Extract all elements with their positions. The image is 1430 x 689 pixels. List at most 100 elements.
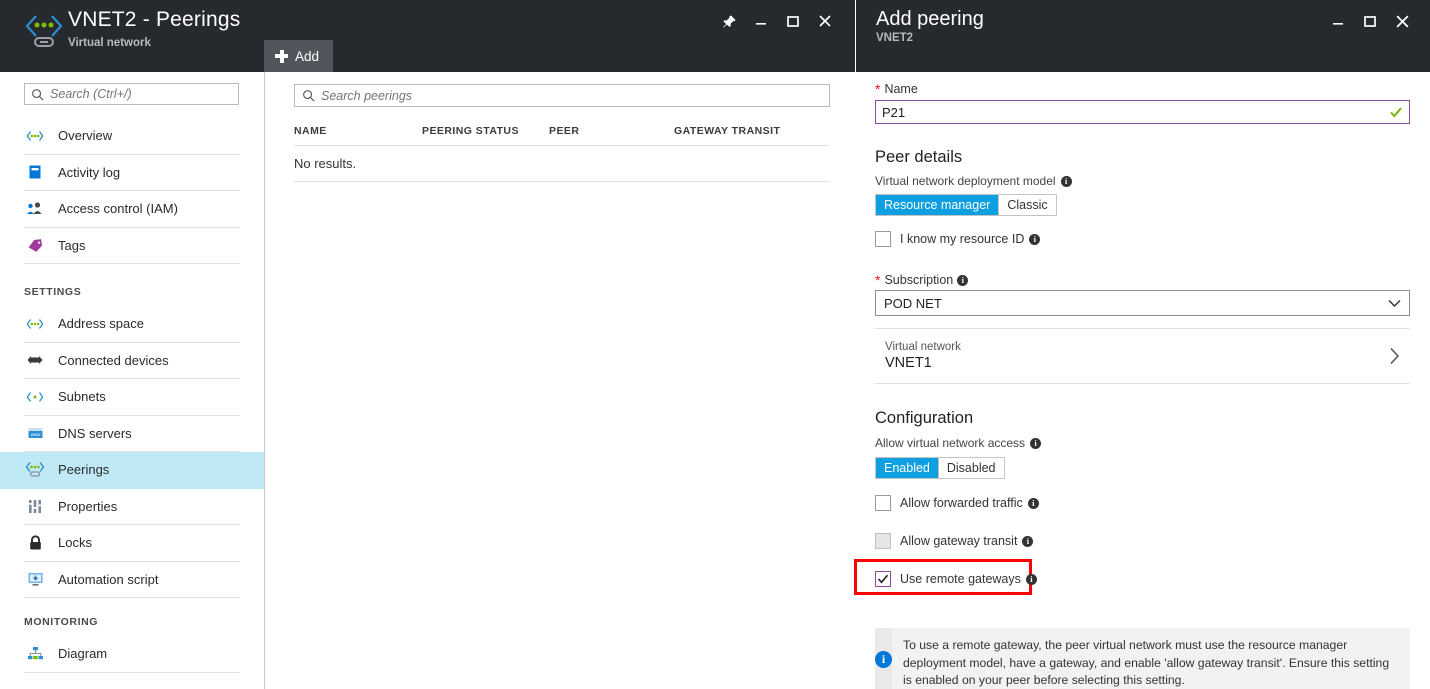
vnet-access-toggle[interactable]: Enabled Disabled [875,457,1005,479]
azure-portal: VNET2 - Peerings Virtual network [0,0,1430,689]
deployment-model-label: Virtual network deployment model i [875,174,1072,188]
peerings-table: NAME PEERING STATUS PEER GATEWAY TRANSIT… [294,116,830,182]
name-label-text: Name [884,82,917,96]
use-remote-gateways-label: Use remote gateways i [900,572,1037,586]
vnet-peerings-blade: VNET2 - Peerings Virtual network [0,0,855,689]
minimize-icon[interactable] [1322,6,1354,36]
resource-id-checkbox[interactable] [875,231,891,247]
allow-gateway-transit-checkbox [875,533,891,549]
use-remote-gateways-text: Use remote gateways [900,572,1021,586]
peerings-icon [24,460,46,480]
sidebar-group-settings: SETTINGS [24,264,240,306]
sidebar-item-peerings[interactable]: Peerings [0,452,264,489]
add-peering-blade: Add peering VNET2 * Name [856,0,1430,689]
allow-gateway-transit-label: Allow gateway transit i [900,534,1033,548]
subscription-value: POD NET [884,296,942,311]
add-peering-window-controls [1322,6,1418,36]
add-peering-subtitle: VNET2 [876,32,913,44]
page-title: VNET2 - Peerings [68,6,240,34]
vnet-access-option-disabled[interactable]: Disabled [938,458,1004,478]
allow-gateway-transit-row: Allow gateway transit i [875,533,1033,549]
info-icon[interactable]: i [1022,536,1033,547]
page-subtitle: Virtual network [68,35,240,51]
sidebar-item-activity-log[interactable]: Activity log [24,155,240,192]
sidebar-search[interactable] [24,83,239,105]
maximize-icon[interactable] [1354,6,1386,36]
virtual-network-icon [24,126,46,146]
sidebar-item-access-control[interactable]: Access control (IAM) [24,191,240,228]
sidebar-item-connected-devices[interactable]: Connected devices [24,343,240,380]
info-icon[interactable]: i [1030,438,1041,449]
sidebar-search-input[interactable] [50,87,220,101]
sidebar-item-address-space[interactable]: Address space [24,306,240,343]
peerings-search[interactable] [294,84,830,107]
required-asterisk: * [875,83,880,95]
name-input[interactable] [882,105,1389,120]
deployment-option-resource-manager[interactable]: Resource manager [876,195,998,215]
command-bar: Add [264,40,333,72]
sidebar-item-tags[interactable]: Tags [24,228,240,265]
info-icon[interactable]: i [1029,234,1040,245]
automation-script-icon [24,569,46,589]
deployment-model-text: Virtual network deployment model [875,174,1056,188]
sidebar-item-label: Peerings [58,462,109,477]
column-header-peering-status: PEERING STATUS [422,125,549,137]
info-icon[interactable]: i [1026,574,1037,585]
use-remote-gateways-checkbox[interactable] [875,571,891,587]
sidebar-item-label: Locks [58,535,92,550]
column-header-peer: PEER [549,125,674,137]
blade-header: VNET2 - Peerings Virtual network [0,0,855,72]
required-asterisk: * [875,274,880,286]
sidebar-item-locks[interactable]: Locks [24,525,240,562]
close-icon[interactable] [1386,6,1418,36]
pin-icon[interactable] [713,6,745,36]
minimize-icon[interactable] [745,6,777,36]
allow-gateway-transit-text: Allow gateway transit [900,534,1017,548]
sidebar-item-subnets[interactable]: Subnets [24,379,240,416]
access-control-icon [24,199,46,219]
allow-forwarded-traffic-checkbox[interactable] [875,495,891,511]
add-button[interactable]: Add [264,40,333,72]
virtual-network-text-block: Virtual network VNET1 [885,341,961,371]
chevron-down-icon [1388,299,1401,308]
sidebar-item-dns-servers[interactable]: www DNS servers [24,416,240,453]
close-icon[interactable] [809,6,841,36]
allow-forwarded-traffic-text: Allow forwarded traffic [900,496,1023,510]
use-remote-gateways-row[interactable]: Use remote gateways i [875,571,1037,587]
maximize-icon[interactable] [777,6,809,36]
sidebar-item-label: Diagram [58,646,107,661]
virtual-network-peering-icon [22,12,66,52]
svg-text:www: www [30,432,40,437]
add-peering-title: Add peering [876,5,984,33]
info-icon[interactable]: i [1061,176,1072,187]
table-header-row: NAME PEERING STATUS PEER GATEWAY TRANSIT [294,116,830,146]
sidebar-item-diagram[interactable]: Diagram [24,636,240,673]
info-icon[interactable]: i [1028,498,1039,509]
column-header-name: NAME [294,125,422,137]
page-title-block: VNET2 - Peerings Virtual network [68,6,240,51]
add-peering-form: * Name Peer details Virtual network depl… [856,72,1430,689]
allow-forwarded-traffic-row[interactable]: Allow forwarded traffic i [875,495,1039,511]
deployment-model-toggle[interactable]: Resource manager Classic [875,194,1057,216]
subscription-dropdown[interactable]: POD NET [875,290,1410,316]
add-button-label: Add [295,49,319,64]
info-icon[interactable]: i [957,275,968,286]
resource-id-checkbox-row[interactable]: I know my resource ID i [875,231,1040,247]
sidebar-item-automation-script[interactable]: Automation script [24,562,240,599]
info-icon: i [875,651,892,668]
search-icon [31,88,44,101]
connected-devices-icon [24,350,46,370]
peerings-search-input[interactable] [321,89,791,103]
remote-gateway-info-box: i To use a remote gateway, the peer virt… [875,628,1410,689]
virtual-network-picker[interactable]: Virtual network VNET1 [875,328,1410,384]
deployment-option-classic[interactable]: Classic [998,195,1055,215]
name-input-wrapper[interactable] [875,100,1410,124]
resource-id-label: I know my resource ID i [900,232,1040,246]
sidebar-item-properties[interactable]: Properties [24,489,240,526]
lock-icon [24,533,46,553]
dns-servers-icon: www [24,423,46,443]
vnet-access-option-enabled[interactable]: Enabled [876,458,938,478]
sidebar-item-overview[interactable]: Overview [24,118,240,155]
add-peering-header: Add peering VNET2 [856,0,1430,72]
sidebar-nav: Overview Activity log [0,118,264,673]
